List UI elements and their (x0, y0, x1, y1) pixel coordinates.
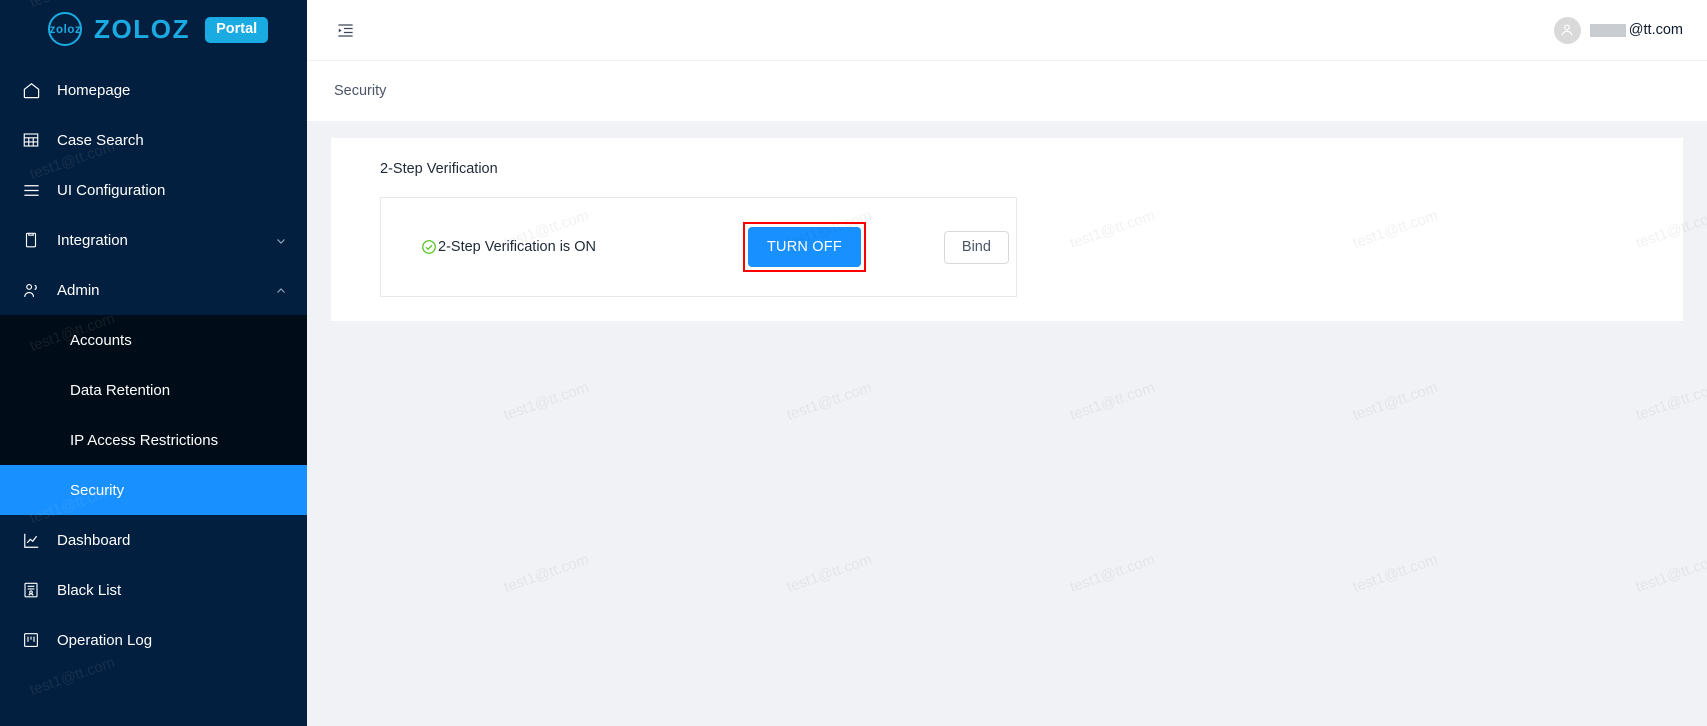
breadcrumb: Security (307, 60, 1707, 121)
log-icon (20, 629, 42, 651)
sidebar-nav: Homepage Case Search UI Configuration In… (0, 60, 307, 665)
sidebar-item-label: Admin (57, 281, 100, 299)
sidebar-item-label: Operation Log (57, 631, 153, 649)
sidebar-item-data-retention[interactable]: Data Retention (0, 365, 307, 415)
sidebar-item-security[interactable]: Security (0, 465, 307, 515)
sidebar-item-label: UI Configuration (57, 181, 166, 199)
sidebar: zoloz ZOLOZ Portal Homepage Case Search … (0, 0, 307, 726)
watermark-text: test1@tt.com (1067, 379, 1157, 424)
main-region: @tt.com Security 2-Step Verification 2-S… (307, 0, 1707, 726)
clipboard-icon (20, 229, 42, 251)
sidebar-item-dashboard[interactable]: Dashboard (0, 515, 307, 565)
user-email: @tt.com (1589, 22, 1683, 38)
watermark-text: test1@tt.com (1633, 551, 1707, 596)
sidebar-item-ip-access-restrictions[interactable]: IP Access Restrictions (0, 415, 307, 465)
user-avatar-icon (1553, 16, 1581, 44)
breadcrumb-current: Security (334, 83, 387, 99)
turn-off-highlight: TURN OFF (743, 222, 866, 272)
sidebar-item-label: Case Search (57, 131, 144, 149)
watermark-text: test1@tt.com (1350, 551, 1440, 596)
sidebar-subitem-label: IP Access Restrictions (70, 431, 219, 449)
sidebar-submenu-admin: Accounts Data Retention IP Access Restri… (0, 315, 307, 515)
chart-icon (20, 529, 42, 551)
menu-lines-icon (20, 179, 42, 201)
watermark-text: test1@tt.com (1067, 551, 1157, 596)
logo-mark-text: zoloz (49, 24, 82, 36)
watermark-text: test1@tt.com (1350, 379, 1440, 424)
brand-wordmark: ZOLOZ (94, 14, 191, 44)
user-menu[interactable]: @tt.com (1553, 16, 1689, 44)
sidebar-item-label: Dashboard (57, 531, 131, 549)
sidebar-item-integration[interactable]: Integration (0, 215, 307, 265)
sidebar-item-ui-configuration[interactable]: UI Configuration (0, 165, 307, 215)
user-email-domain: @tt.com (1628, 22, 1683, 38)
menu-fold-icon[interactable] (331, 16, 359, 44)
redacted-username (1589, 23, 1626, 37)
sidebar-subitem-label: Accounts (70, 331, 132, 349)
sidebar-item-operation-log[interactable]: Operation Log (0, 615, 307, 665)
sidebar-item-accounts[interactable]: Accounts (0, 315, 307, 365)
table-icon (20, 129, 42, 151)
status-text: 2-Step Verification is ON (438, 239, 596, 255)
content-area: 2-Step Verification 2-Step Verification … (307, 121, 1707, 726)
bind-button[interactable]: Bind (943, 230, 1009, 264)
sidebar-item-label: Homepage (57, 81, 131, 99)
watermark-text: test1@tt.com (784, 379, 874, 424)
sidebar-item-label: Integration (57, 231, 128, 249)
zoloz-logo-icon: zoloz (46, 11, 85, 50)
watermark-text: test1@tt.com (784, 551, 874, 596)
app-root: zoloz ZOLOZ Portal Homepage Case Search … (0, 0, 1707, 726)
watermark-text: test1@tt.com (501, 379, 591, 424)
page-title: 2-Step Verification (380, 161, 498, 177)
chevron-down-icon (275, 234, 287, 246)
sidebar-item-label: Black List (57, 581, 122, 599)
chevron-up-icon (275, 284, 287, 296)
turn-off-button[interactable]: TURN OFF (748, 227, 861, 267)
watermark-text: test1@tt.com (307, 379, 308, 424)
topbar: @tt.com (307, 0, 1707, 60)
status-badge: 2-Step Verification is ON (421, 239, 743, 255)
two-step-verification-panel: 2-Step Verification is ON TURN OFF Bind (380, 197, 1017, 297)
sidebar-subitem-label: Security (70, 481, 125, 499)
sidebar-item-black-list[interactable]: Black List (0, 565, 307, 615)
sidebar-item-case-search[interactable]: Case Search (0, 115, 307, 165)
watermark-text: test1@tt.com (307, 551, 308, 596)
users-icon (20, 279, 42, 301)
logo-bar[interactable]: zoloz ZOLOZ Portal (0, 0, 307, 60)
check-circle-icon (421, 239, 437, 255)
sidebar-item-admin[interactable]: Admin (0, 265, 307, 315)
sidebar-subitem-label: Data Retention (70, 381, 171, 399)
sidebar-item-homepage[interactable]: Homepage (0, 65, 307, 115)
portal-badge: Portal (205, 17, 269, 43)
watermark-text: test1@tt.com (1633, 379, 1707, 424)
security-card: 2-Step Verification 2-Step Verification … (331, 138, 1683, 321)
home-icon (20, 79, 42, 101)
blacklist-icon (20, 579, 42, 601)
watermark-text: test1@tt.com (501, 551, 591, 596)
watermark-text: test1@tt.com (307, 207, 308, 252)
